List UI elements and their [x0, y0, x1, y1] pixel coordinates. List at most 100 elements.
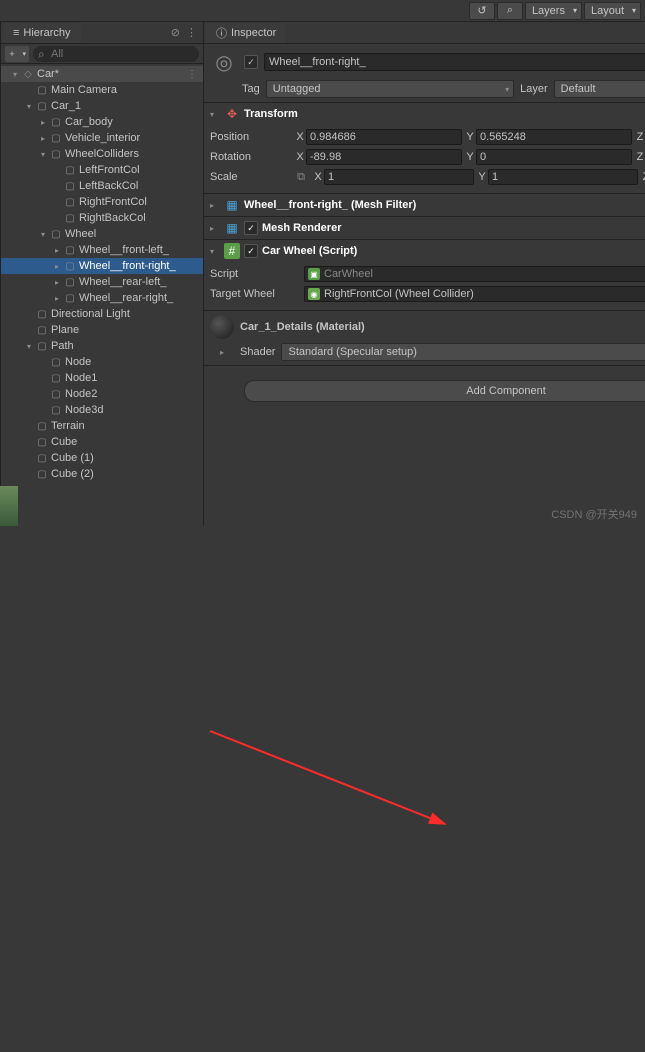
material-title: Car_1_Details (Material) [240, 321, 645, 333]
tree-row[interactable]: ▸▢Wheel__rear-left_ [1, 274, 203, 290]
hierarchy-tab[interactable]: ≡ Hierarchy [3, 23, 81, 43]
expand-toggle-icon[interactable]: ▾ [9, 70, 21, 79]
expand-toggle-icon[interactable]: ▸ [51, 278, 63, 287]
tree-row[interactable]: ▢Node3d [1, 402, 203, 418]
gameobject-icon: ▢ [63, 165, 77, 176]
inspector-tab[interactable]: ⓘ Inspector [206, 23, 286, 43]
expand-toggle-icon[interactable]: ▾ [23, 102, 35, 111]
tree-item-label: Wheel__rear-right_ [79, 292, 173, 304]
gameobject-icon: ▢ [49, 405, 63, 416]
inspector-tabbar: ⓘ Inspector 🔒 ⋮ [204, 22, 645, 44]
tree-row[interactable]: ▸▢Vehicle_interior [1, 130, 203, 146]
layer-label: Layer [520, 83, 548, 95]
tree-row[interactable]: ▢LeftBackCol [1, 178, 203, 194]
rotation-y-input[interactable] [476, 149, 632, 165]
meshfilter-title: Wheel__front-right_ (Mesh Filter) [244, 199, 645, 211]
gameobject-icon: ▢ [35, 437, 49, 448]
tree-row[interactable]: ▢Node [1, 354, 203, 370]
tree-row[interactable]: ▾▢WheelColliders [1, 146, 203, 162]
scale-x-input[interactable] [324, 169, 474, 185]
tree-row[interactable]: ▢Node1 [1, 370, 203, 386]
search-button[interactable]: ⌕ [497, 2, 523, 20]
carwheel-header[interactable]: ▾ # ✓ Car Wheel (Script) ?⇄⋮ [204, 240, 645, 262]
expand-toggle-icon[interactable]: ▾ [23, 342, 35, 351]
tree-row[interactable]: ▢Terrain [1, 418, 203, 434]
gameobject-icon[interactable]: ◎ [210, 48, 238, 76]
shader-dropdown[interactable]: Standard (Specular setup) [281, 343, 645, 361]
tree-item-label: Vehicle_interior [65, 132, 140, 144]
layer-dropdown[interactable]: Default [554, 80, 645, 98]
expand-toggle-icon[interactable]: ▸ [51, 246, 63, 255]
add-component-button[interactable]: Add Component [244, 380, 645, 402]
meshfilter-header[interactable]: ▸ ▦ Wheel__front-right_ (Mesh Filter) ?⇄… [204, 194, 645, 216]
tag-dropdown[interactable]: Untagged [266, 80, 514, 98]
hierarchy-search-input[interactable] [33, 46, 199, 62]
tree-row[interactable]: ▢Cube (2) [1, 466, 203, 482]
layout-dropdown[interactable]: Layout [584, 2, 641, 20]
create-dropdown[interactable]: + [5, 46, 29, 62]
gameobject-icon: ▢ [35, 341, 49, 352]
active-checkbox[interactable]: ✓ [244, 55, 258, 69]
scene-menu-icon[interactable]: ⋮ [187, 69, 197, 80]
expand-toggle-icon[interactable]: ▾ [37, 230, 49, 239]
gameobject-icon: ▢ [63, 293, 77, 304]
expand-toggle-icon[interactable]: ▸ [37, 118, 49, 127]
tree-row[interactable]: ▾▢Path [1, 338, 203, 354]
layout-label: Layout [591, 5, 624, 17]
object-name-input[interactable] [264, 53, 645, 71]
tree-item-label: Plane [51, 324, 79, 336]
hierarchy-tree[interactable]: ▾◇Car*⋮▢Main Camera▾▢Car_1▸▢Car_body▸▢Ve… [1, 64, 203, 526]
tree-row[interactable]: ▢Node2 [1, 386, 203, 402]
layers-label: Layers [532, 5, 565, 17]
transform-header[interactable]: ▾ ✥ Transform ?⇄⋮ [204, 103, 645, 125]
gameobject-icon: ▢ [63, 197, 77, 208]
foldout-icon: ▾ [210, 247, 220, 256]
tree-row[interactable]: ▢Cube [1, 434, 203, 450]
script-label: Script [210, 268, 300, 280]
tree-row[interactable]: ▢LeftFrontCol [1, 162, 203, 178]
global-toolbar: ↺ ⌕ Layers Layout [0, 0, 645, 22]
expand-toggle-icon[interactable]: ▸ [37, 134, 49, 143]
scale-link-icon[interactable]: ⧉ [294, 171, 308, 184]
tree-row[interactable]: ▸▢Wheel__front-left_ [1, 242, 203, 258]
carwheel-enabled-checkbox[interactable]: ✓ [244, 244, 258, 258]
meshrenderer-header[interactable]: ▸ ▦ ✓ Mesh Renderer ?⇄⋮ [204, 217, 645, 239]
material-preview-icon[interactable] [210, 315, 234, 339]
wheelcollider-icon: ◉ [308, 288, 320, 300]
targetwheel-reference-field[interactable]: ◉ RightFrontCol (Wheel Collider) ⊙ [304, 286, 645, 302]
unity-icon: ◇ [21, 69, 35, 80]
panel-menu-icon[interactable]: ⋮ [186, 26, 197, 39]
tree-row[interactable]: ▢Cube (1) [1, 450, 203, 466]
tree-row[interactable]: ▢Main Camera [1, 82, 203, 98]
gameobject-icon: ▢ [49, 149, 63, 160]
foldout-icon[interactable]: ▸ [210, 348, 234, 357]
carwheel-title: Car Wheel (Script) [262, 245, 645, 257]
tree-row[interactable]: ▢RightBackCol [1, 210, 203, 226]
position-y-input[interactable] [476, 129, 632, 145]
tree-item-label: Node3d [65, 404, 104, 416]
tree-row[interactable]: ▾◇Car*⋮ [1, 66, 203, 82]
gameobject-icon: ▢ [49, 389, 63, 400]
tree-row[interactable]: ▸▢Car_body [1, 114, 203, 130]
expand-toggle-icon[interactable]: ▸ [51, 262, 63, 271]
meshrenderer-enabled-checkbox[interactable]: ✓ [244, 221, 258, 235]
panel-lock-icon[interactable]: ⊘ [171, 26, 180, 39]
foldout-icon: ▸ [210, 224, 220, 233]
expand-toggle-icon[interactable]: ▾ [37, 150, 49, 159]
tree-row[interactable]: ▢RightFrontCol [1, 194, 203, 210]
expand-toggle-icon[interactable]: ▸ [51, 294, 63, 303]
scale-y-input[interactable] [488, 169, 638, 185]
tree-row[interactable]: ▾▢Wheel [1, 226, 203, 242]
tree-item-label: Cube (2) [51, 468, 94, 480]
position-x-input[interactable] [306, 129, 462, 145]
tree-row[interactable]: ▸▢Wheel__front-right_ [1, 258, 203, 274]
tree-row[interactable]: ▾▢Car_1 [1, 98, 203, 114]
tree-row[interactable]: ▢Directional Light [1, 306, 203, 322]
layers-dropdown[interactable]: Layers [525, 2, 582, 20]
tag-label: Tag [242, 83, 260, 95]
rotation-x-input[interactable] [306, 149, 462, 165]
tree-item-label: Wheel__rear-left_ [79, 276, 166, 288]
tree-row[interactable]: ▢Plane [1, 322, 203, 338]
tree-row[interactable]: ▸▢Wheel__rear-right_ [1, 290, 203, 306]
history-button[interactable]: ↺ [469, 2, 495, 20]
